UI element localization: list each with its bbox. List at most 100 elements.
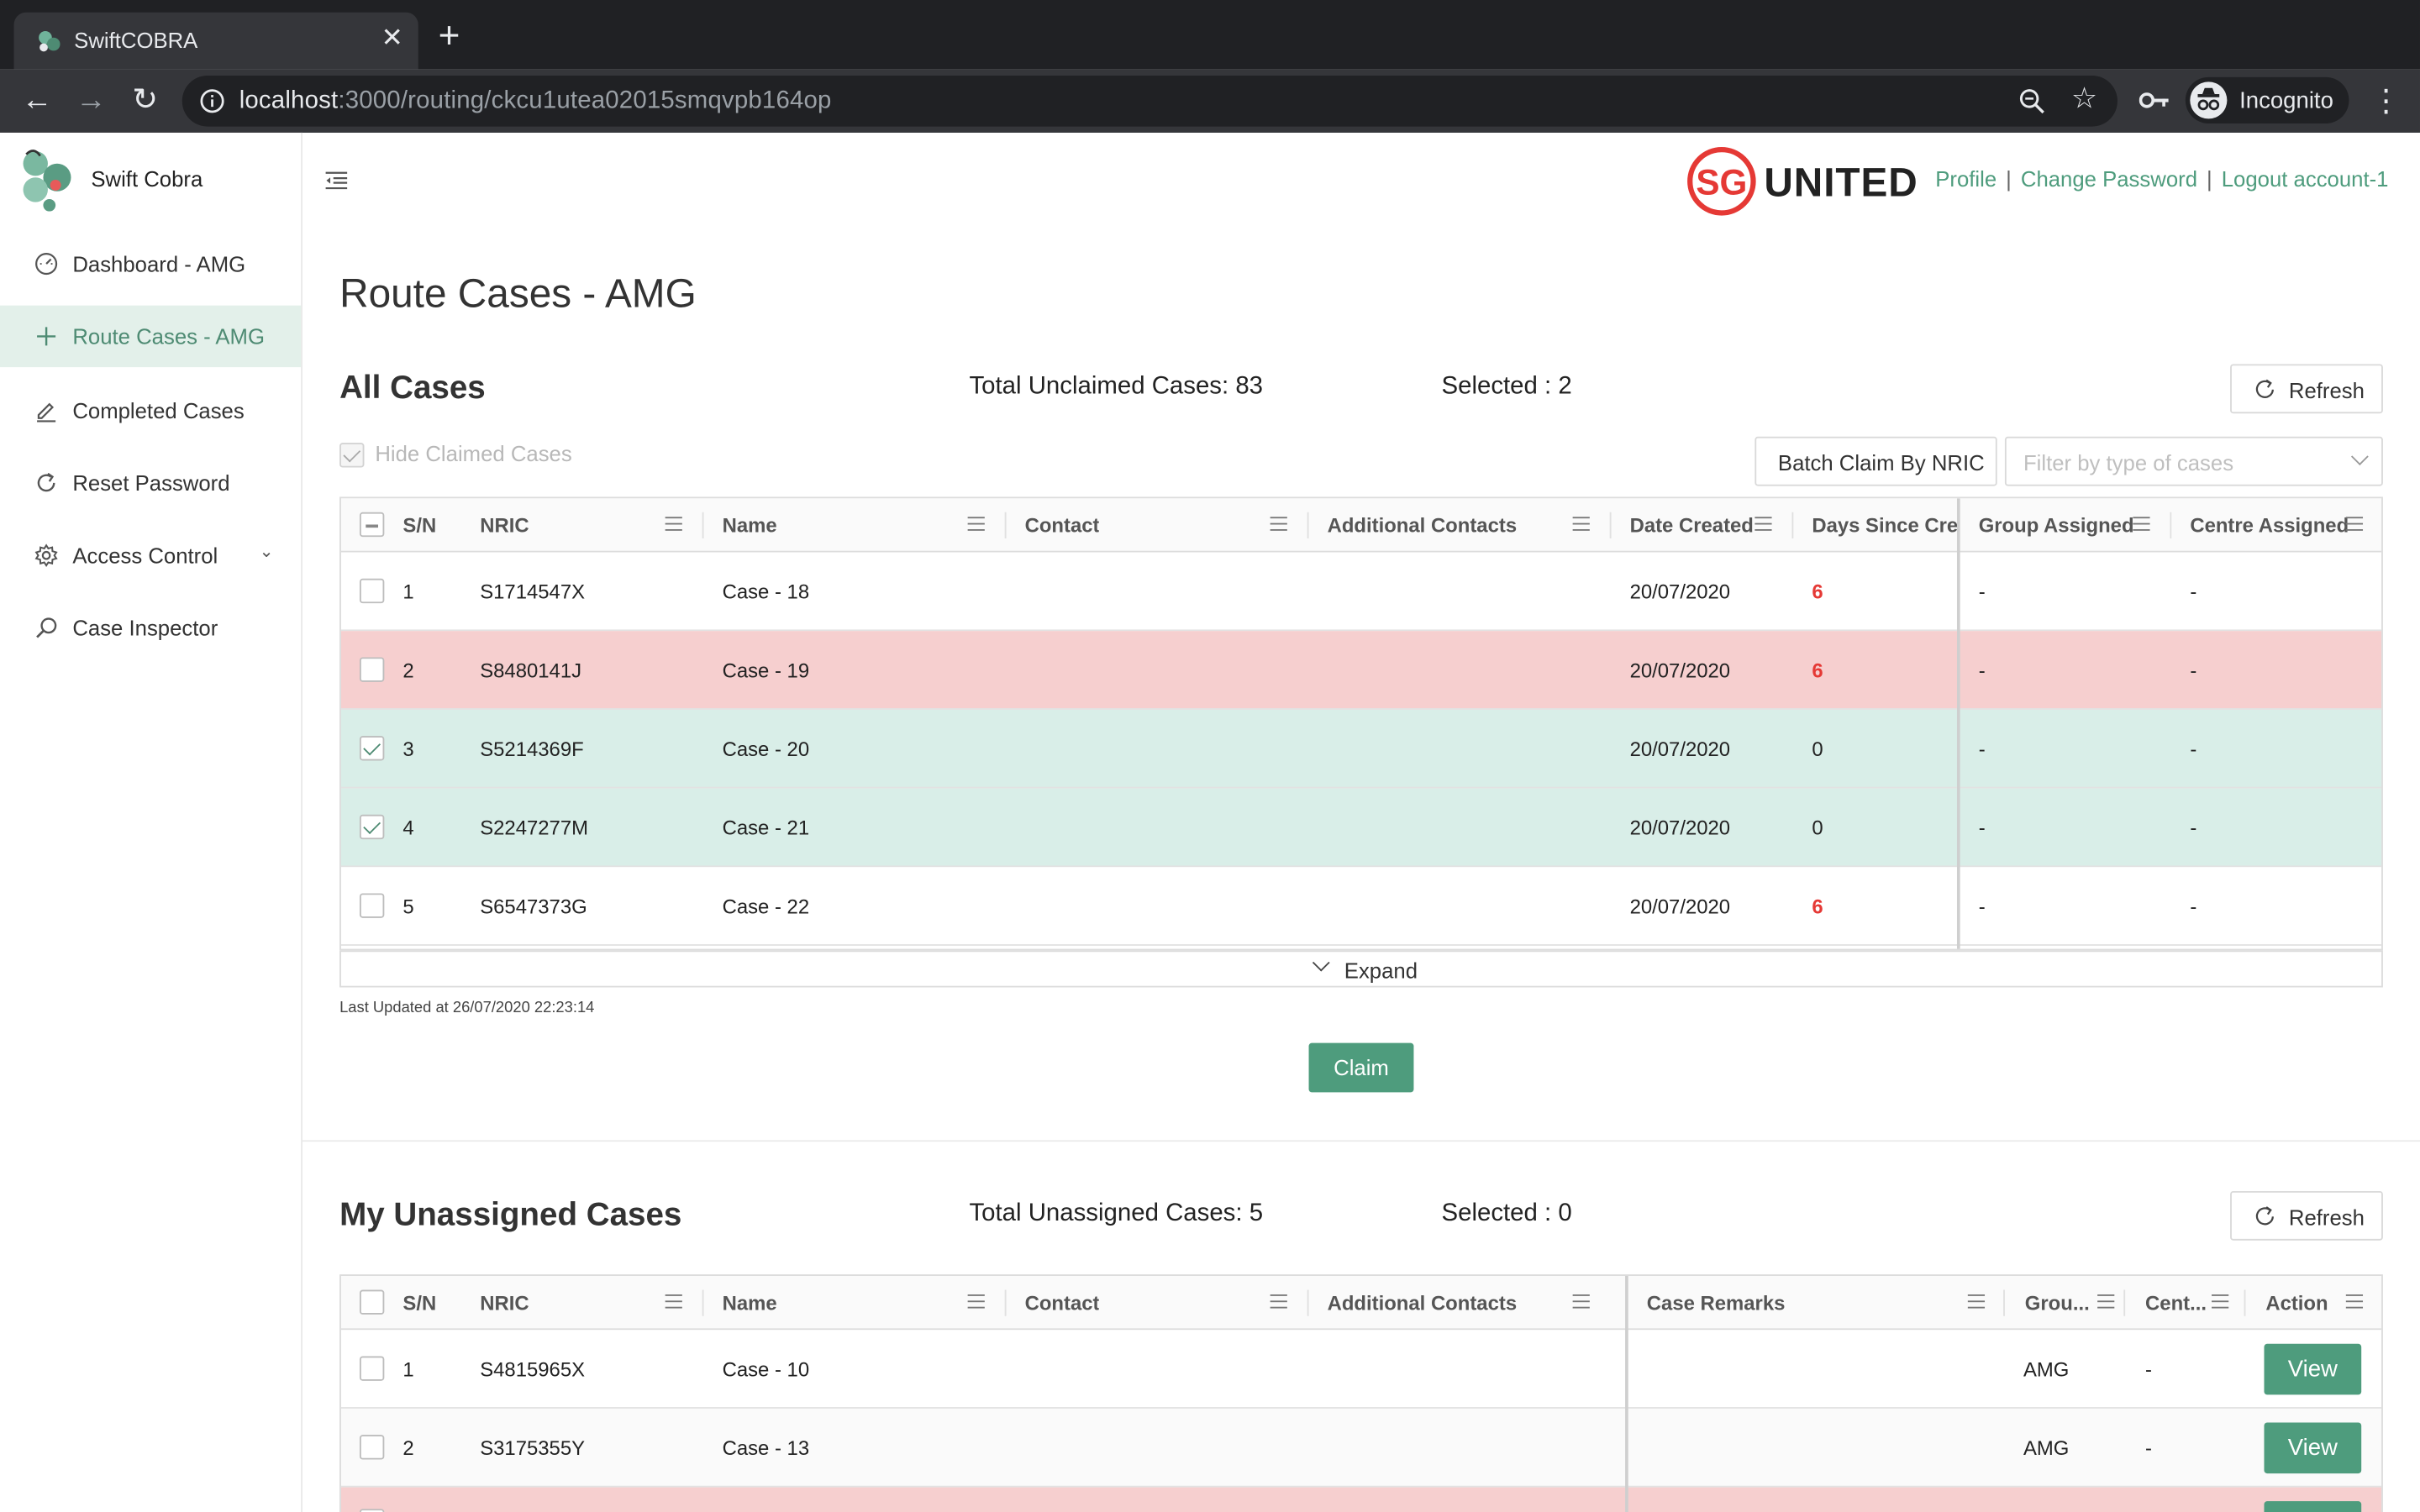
- batch-claim-label: Batch Claim By NRIC: [1777, 450, 1985, 475]
- logout-link[interactable]: Logout account-1: [2222, 166, 2389, 191]
- view-button[interactable]: [2264, 1501, 2362, 1512]
- cell-group-assigned: -: [1978, 737, 1986, 761]
- column-header-group-assigned[interactable]: Group Assigned: [1959, 498, 2172, 552]
- table-row[interactable]: 1 S4815965X Case - 10 AMG - View: [340, 1330, 2382, 1409]
- dashboard-icon: [35, 253, 58, 276]
- column-menu-icon[interactable]: [1270, 517, 1287, 531]
- row-checkbox[interactable]: [359, 657, 385, 682]
- row-checkbox[interactable]: [359, 814, 385, 840]
- column-header-sn[interactable]: S/N: [400, 498, 461, 552]
- column-header-name[interactable]: Name: [704, 498, 1007, 552]
- back-icon[interactable]: ←: [18, 81, 55, 118]
- column-header-additional-contacts[interactable]: Additional Contacts: [1309, 498, 1612, 552]
- view-button[interactable]: View: [2264, 1343, 2362, 1395]
- column-header-contact[interactable]: Contact: [1007, 1276, 1309, 1330]
- column-header-centre-assigned[interactable]: Centre Assigned: [2171, 498, 2381, 552]
- sidebar-item-case-inspector[interactable]: Case Inspector: [0, 597, 301, 659]
- row-checkbox[interactable]: [359, 736, 385, 761]
- table-row[interactable]: [340, 1487, 2382, 1512]
- column-header-days-since-created[interactable]: Days Since Crea: [1793, 498, 1958, 552]
- column-header-sn[interactable]: S/N: [400, 1276, 461, 1330]
- column-menu-icon[interactable]: [2345, 1294, 2364, 1309]
- section-divider: [302, 1140, 2420, 1142]
- forward-icon[interactable]: →: [72, 81, 109, 118]
- column-menu-icon[interactable]: [2212, 1294, 2229, 1309]
- column-header-additional-contacts[interactable]: Additional Contacts: [1309, 1276, 1627, 1330]
- browser-menu-icon[interactable]: ⋮: [2370, 81, 2402, 120]
- case-type-filter[interactable]: Filter by type of cases: [2004, 436, 2383, 486]
- column-menu-icon[interactable]: [1572, 1294, 1590, 1309]
- bookmark-star-icon[interactable]: ☆: [2071, 81, 2097, 117]
- column-menu-icon[interactable]: [967, 517, 985, 531]
- table-row[interactable]: 5 S6547373G Case - 22 20/07/2020 6 - -: [340, 867, 2382, 946]
- key-icon[interactable]: [2139, 90, 2170, 112]
- column-menu-icon[interactable]: [665, 517, 682, 531]
- info-icon[interactable]: [199, 88, 225, 114]
- column-header-nric[interactable]: NRIC: [461, 498, 704, 552]
- refresh-button[interactable]: Refresh: [2230, 1190, 2383, 1241]
- brand-name: Swift Cobra: [91, 166, 203, 192]
- table-row[interactable]: 4 S2247277M Case - 21 20/07/2020 0 - -: [340, 788, 2382, 868]
- profile-link[interactable]: Profile: [1935, 166, 1996, 191]
- table-row[interactable]: 1 S1714547X Case - 18 20/07/2020 6 - -: [340, 552, 2382, 632]
- select-all-checkbox[interactable]: [359, 512, 385, 538]
- cell-date-created: 20/07/2020: [1629, 895, 1731, 918]
- sidebar-item-completed-cases[interactable]: Completed Cases: [0, 380, 301, 441]
- cell-name: Case - 20: [722, 737, 810, 761]
- column-menu-icon[interactable]: [2345, 517, 2364, 531]
- row-checkbox[interactable]: [359, 578, 385, 604]
- new-tab-icon[interactable]: +: [439, 18, 460, 55]
- refresh-button[interactable]: Refresh: [2230, 364, 2383, 414]
- column-header-action[interactable]: Action: [2245, 1276, 2381, 1330]
- table-row[interactable]: 2 S3175355Y Case - 13 AMG - View: [340, 1408, 2382, 1488]
- column-header-date-created[interactable]: Date Created: [1612, 498, 1794, 552]
- row-checkbox[interactable]: [359, 893, 385, 918]
- row-checkbox[interactable]: [359, 1509, 385, 1512]
- column-menu-icon[interactable]: [665, 1294, 682, 1309]
- close-tab-icon[interactable]: ✕: [381, 24, 403, 55]
- table-row[interactable]: 3 S5214369F Case - 20 20/07/2020 0 - -: [340, 709, 2382, 789]
- column-menu-icon[interactable]: [2097, 1294, 2115, 1309]
- column-menu-icon[interactable]: [967, 1294, 985, 1309]
- select-all-checkbox[interactable]: [359, 1289, 385, 1315]
- claim-label: Claim: [1334, 1055, 1389, 1080]
- column-header-nric[interactable]: NRIC: [461, 1276, 704, 1330]
- incognito-label: Incognito: [2239, 87, 2333, 114]
- cell-group: AMG: [2023, 1357, 2070, 1381]
- table-row[interactable]: 2 S8480141J Case - 19 20/07/2020 6 - -: [340, 631, 2382, 710]
- change-password-link[interactable]: Change Password: [2021, 166, 2197, 191]
- column-header-group[interactable]: Grou...: [2005, 1276, 2126, 1330]
- row-checkbox[interactable]: [359, 1356, 385, 1381]
- sidebar-item-access-control[interactable]: Access Control ⌄: [0, 524, 301, 585]
- cell-centre-assigned: -: [2190, 737, 2197, 761]
- claim-button[interactable]: Claim: [1308, 1042, 1414, 1093]
- column-menu-icon[interactable]: [1270, 1294, 1287, 1309]
- column-menu-icon[interactable]: [1572, 517, 1590, 531]
- hide-claimed-checkbox[interactable]: [339, 443, 365, 468]
- url-text: localhost:3000/routing/ckcu1utea02015smq…: [239, 87, 832, 114]
- browser-tab[interactable]: SwiftCOBRA ✕: [13, 12, 418, 70]
- sidebar-item-dashboard[interactable]: Dashboard - AMG: [0, 233, 301, 294]
- sidebar-item-route-cases[interactable]: Route Cases - AMG: [0, 305, 302, 368]
- row-checkbox[interactable]: [359, 1435, 385, 1460]
- column-header-contact[interactable]: Contact: [1007, 498, 1309, 552]
- incognito-badge[interactable]: Incognito: [2185, 76, 2349, 123]
- unassigned-cases-grid: S/N NRIC Name Contact Additional Contact…: [339, 1274, 2383, 1512]
- menu-fold-icon[interactable]: [325, 171, 348, 190]
- address-bar[interactable]: localhost:3000/routing/ckcu1utea02015smq…: [182, 75, 2118, 127]
- reload-icon[interactable]: ↻: [127, 81, 164, 118]
- view-button[interactable]: View: [2264, 1422, 2362, 1474]
- batch-claim-button[interactable]: Batch Claim By NRIC: [1754, 436, 1997, 486]
- expand-button[interactable]: Expand: [339, 950, 2383, 988]
- column-menu-icon[interactable]: [2133, 517, 2150, 531]
- zoom-icon[interactable]: [2018, 88, 2044, 114]
- sidebar-item-label: Case Inspector: [72, 615, 218, 641]
- column-header-case-remarks[interactable]: Case Remarks: [1627, 1276, 2005, 1330]
- hide-claimed-label: Hide Claimed Cases: [375, 441, 572, 466]
- cell-group-assigned: -: [1978, 816, 1986, 840]
- column-menu-icon[interactable]: [1967, 1294, 1986, 1309]
- column-header-centre[interactable]: Cent...: [2125, 1276, 2246, 1330]
- column-menu-icon[interactable]: [1754, 517, 1772, 531]
- sidebar-item-reset-password[interactable]: Reset Password: [0, 452, 301, 513]
- column-header-name[interactable]: Name: [704, 1276, 1007, 1330]
